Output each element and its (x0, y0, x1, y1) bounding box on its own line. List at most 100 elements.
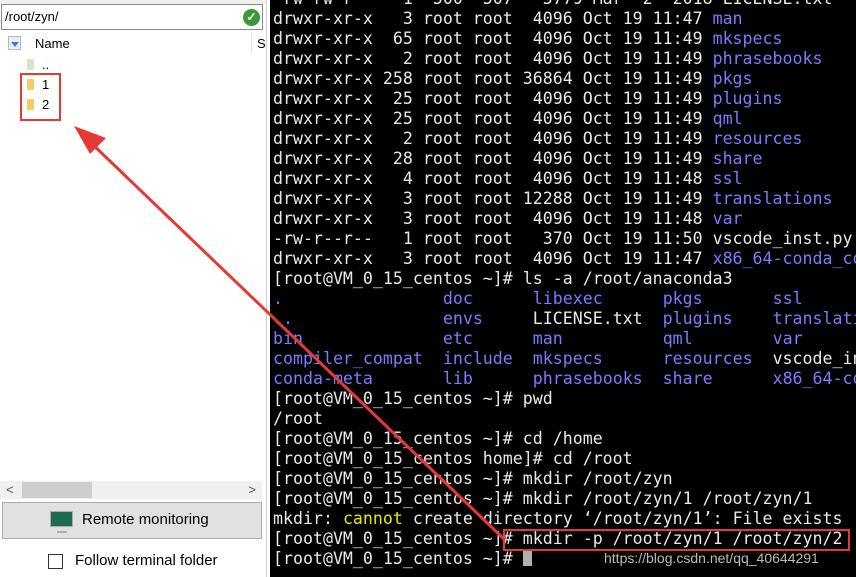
terminal-text: drwxr-xr-x 2 root root 4096 Oct 19 11:49 (273, 129, 713, 148)
terminal-line: [root@VM_0_15_centos ~]# ls -a /root/ana… (273, 269, 856, 289)
terminal-text: LICENSE.txt (532, 309, 643, 328)
terminal-text: .. (273, 309, 293, 328)
terminal-line: compiler_compat include mkspecs resource… (273, 349, 856, 369)
terminal-text: [root@VM_0_15_centos ~]# mkdir /root/zyn (273, 469, 673, 488)
terminal-text: pkgs (662, 289, 703, 308)
terminal-line: drwxr-xr-x 2 root root 4096 Oct 19 11:49… (273, 49, 856, 69)
terminal-text: mkdir: (273, 509, 343, 528)
terminal-text: bin (273, 329, 303, 348)
terminal-line: drwxr-xr-x 3 root root 4096 Oct 19 11:48… (273, 209, 856, 229)
terminal-text: libexec (532, 289, 603, 308)
terminal-text: -rw-rw-r-- 1 500 507 5779 Mar 2 2018 (273, 0, 723, 8)
terminal-text: [root@VM_0_15_centos ~]# pwd (273, 389, 553, 408)
terminal-line: drwxr-xr-x 3 root root 4096 Oct 19 11:47… (273, 249, 856, 269)
terminal-line: drwxr-xr-x 25 root root 4096 Oct 19 11:4… (273, 89, 856, 109)
terminal-line: mkdir: cannot create directory ‘/root/zy… (273, 509, 856, 529)
terminal-text: ssl (712, 169, 743, 188)
terminal-text: qml (712, 109, 743, 128)
column-size[interactable]: S (257, 36, 266, 51)
terminal-text: qml (662, 329, 693, 348)
terminal-text: vscode_inst.py (712, 229, 853, 248)
terminal-text: drwxr-xr-x 25 root root 4096 Oct 19 11:4… (273, 89, 713, 108)
check-icon[interactable]: ✓ (243, 9, 260, 26)
parent-folder-icon (27, 59, 34, 70)
follow-terminal-label[interactable]: Follow terminal folder (75, 552, 218, 569)
terminal-cursor (522, 550, 532, 566)
terminal-text: drwxr-xr-x 3 root root 4096 Oct 19 11:47 (273, 9, 713, 28)
terminal-text: conda-meta (273, 369, 373, 388)
terminal-text: create directory ‘/root/zyn/1’: File exi… (402, 509, 843, 528)
terminal-line: -rw-r--r-- 1 root root 370 Oct 19 11:50 … (273, 229, 856, 249)
terminal-line: [root@VM_0_15_centos ~]# cd /home (273, 429, 856, 449)
scroll-left-icon[interactable]: < (6, 481, 14, 499)
terminal-text: . (273, 289, 283, 308)
terminal-line: drwxr-xr-x 2 root root 4096 Oct 19 11:49… (273, 129, 856, 149)
terminal-line: drwxr-xr-x 28 root root 4096 Oct 19 11:4… (273, 149, 856, 169)
file-browser-panel: /root/zyn/ ✓ Name S .. 1 2 < > Remote mo… (0, 0, 267, 577)
terminal-text: plugins (662, 309, 733, 328)
list-item-parent[interactable]: .. (27, 55, 49, 75)
terminal-text: cannot (342, 509, 403, 528)
terminal-text: [root@VM_0_15_centos ~]# cd /home (273, 429, 603, 448)
terminal-text: compiler_compat (273, 349, 423, 368)
terminal-text: [root@VM_0_15_centos ~]# (273, 549, 523, 568)
terminal-text: phrasebooks (712, 49, 823, 68)
terminal-text: include (442, 349, 513, 368)
follow-terminal-checkbox[interactable] (48, 554, 63, 569)
horizontal-scrollbar[interactable]: < > (0, 481, 262, 499)
terminal-line: [root@VM_0_15_centos home]# cd /root (273, 449, 856, 469)
annotation-box-command (503, 529, 850, 551)
scroll-right-icon[interactable]: > (248, 481, 256, 499)
scroll-thumb[interactable] (22, 482, 92, 498)
monitor-icon (50, 511, 73, 533)
terminal-text: x86_64-conda_cos6-linux-gnu (772, 369, 856, 388)
terminal-text: /root (273, 409, 323, 428)
terminal-text: drwxr-xr-x 2 root root 4096 Oct 19 11:49 (273, 49, 713, 68)
terminal-text: phrasebooks (532, 369, 643, 388)
column-name[interactable]: Name (35, 36, 70, 51)
terminal-text: var (712, 209, 743, 228)
terminal-text: drwxr-xr-x 25 root root 4096 Oct 19 11:4… (273, 109, 713, 128)
terminal-text: drwxr-xr-x 258 root root 36864 Oct 19 11… (273, 69, 713, 88)
terminal-text: translations (712, 189, 833, 208)
remote-monitoring-label: Remote monitoring (82, 511, 209, 528)
remote-monitoring-button[interactable]: Remote monitoring (2, 502, 262, 539)
terminal-text: resources (712, 129, 803, 148)
terminal-text: doc (442, 289, 473, 308)
terminal-line: .. envs LICENSE.txt plugins translations (273, 309, 856, 329)
terminal-line: [root@VM_0_15_centos ~]# mkdir /root/zyn (273, 469, 856, 489)
terminal-text: [root@VM_0_15_centos ~]# mkdir /root/zyn… (273, 489, 813, 508)
terminal-text: [root@VM_0_15_centos ~]# ls -a /root/ana… (273, 269, 733, 288)
item-label: .. (42, 57, 50, 72)
terminal-text: drwxr-xr-x 3 root root 12288 Oct 19 11:4… (273, 189, 713, 208)
sort-icon[interactable] (8, 36, 21, 50)
column-divider[interactable] (251, 33, 252, 53)
terminal-line: drwxr-xr-x 3 root root 4096 Oct 19 11:47… (273, 9, 856, 29)
terminal[interactable]: -rw-rw-r-- 1 500 507 5779 Mar 2 2018 LIC… (270, 0, 856, 577)
terminal-text: [root@VM_0_15_centos home]# cd /root (273, 449, 633, 468)
terminal-line: [root@VM_0_15_centos ~]# pwd (273, 389, 856, 409)
terminal-text: share (712, 149, 763, 168)
terminal-text: envs (442, 309, 483, 328)
terminal-text: vscode_inst.py (772, 349, 856, 368)
terminal-text: plugins (712, 89, 783, 108)
terminal-text: drwxr-xr-x 65 root root 4096 Oct 19 11:4… (273, 29, 713, 48)
terminal-text: mkspecs (532, 349, 603, 368)
path-input[interactable]: /root/zyn/ (1, 4, 263, 30)
terminal-line: [root@VM_0_15_centos ~]# mkdir /root/zyn… (273, 489, 856, 509)
column-header: Name S (0, 33, 266, 55)
terminal-line: drwxr-xr-x 3 root root 12288 Oct 19 11:4… (273, 189, 856, 209)
